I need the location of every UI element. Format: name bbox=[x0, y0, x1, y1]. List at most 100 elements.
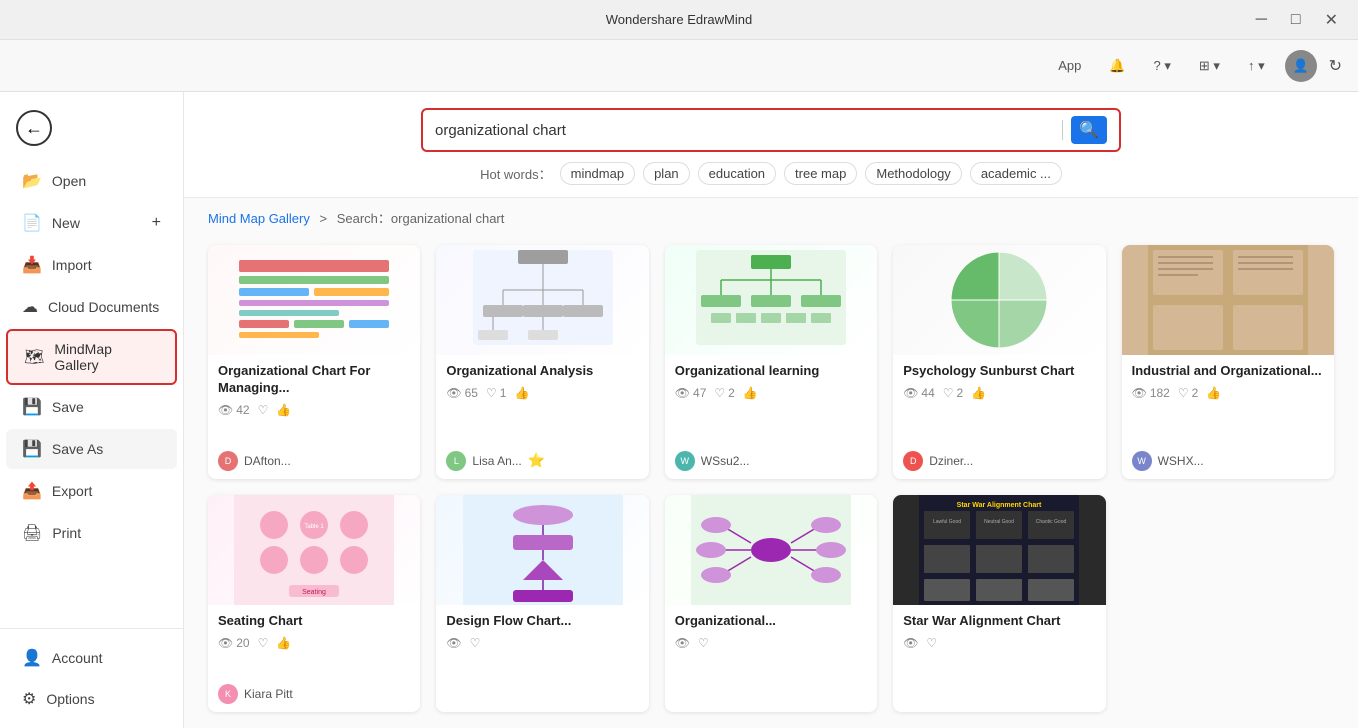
card-author-1: D DAfton... bbox=[218, 451, 410, 471]
card-author-4: D Dziner... bbox=[903, 451, 1095, 471]
card-body-6: Seating Chart 👁 20 ♡ 👍 K Kiara Pitt bbox=[208, 605, 420, 712]
likes-6: ♡ bbox=[258, 636, 269, 650]
gallery-card-org2[interactable]: Organizational... 👁 ♡ bbox=[665, 495, 877, 712]
export-icon: 📤 bbox=[22, 481, 42, 501]
svg-text:Chaotic Good: Chaotic Good bbox=[1036, 519, 1067, 525]
app-button[interactable]: App bbox=[1050, 54, 1089, 77]
views-3: 👁 47 bbox=[675, 386, 707, 400]
gallery-card-psych-sunburst[interactable]: Psychology Psychology Sunburst Chart 👁 4… bbox=[893, 245, 1105, 479]
gallery-card-org-learning[interactable]: Organizational learning 👁 47 ♡ 2 👍 W WSs… bbox=[665, 245, 877, 479]
sidebar-item-import[interactable]: 📥 Import bbox=[6, 245, 177, 285]
search-section: 🔍 Hot words： mindmap plan education tree… bbox=[184, 92, 1358, 198]
card-stats-4: 👁 44 ♡ 2 👍 bbox=[903, 386, 1095, 400]
shares-4: 👍 bbox=[971, 386, 986, 400]
card-thumbnail-2 bbox=[436, 245, 648, 355]
card-stats-7: 👁 ♡ bbox=[446, 636, 638, 650]
sidebar-item-cloud[interactable]: ☁ Cloud Documents bbox=[6, 287, 177, 327]
svg-text:Star War Alignment Chart: Star War Alignment Chart bbox=[957, 502, 1042, 509]
search-icon: 🔍 bbox=[1079, 120, 1099, 140]
sidebar-item-options[interactable]: ⚙ Options bbox=[6, 679, 177, 719]
hot-tag-academic[interactable]: academic ... bbox=[970, 162, 1062, 185]
hot-tag-education[interactable]: education bbox=[698, 162, 776, 185]
sidebar: ← 📂 Open 📄 New + 📥 Import ☁ Cloud Docume… bbox=[0, 92, 184, 728]
grid-button[interactable]: ⊞ ▾ bbox=[1191, 54, 1228, 78]
breadcrumb-gallery-link[interactable]: Mind Map Gallery bbox=[208, 211, 310, 226]
likes-4: ♡ 2 bbox=[943, 386, 963, 400]
sidebar-item-account[interactable]: 👤 Account bbox=[6, 638, 177, 678]
card-author-2: L Lisa An... ⭐ bbox=[446, 451, 638, 471]
notification-button[interactable]: 🔔 bbox=[1101, 54, 1133, 78]
card-body-7: Design Flow Chart... 👁 ♡ bbox=[436, 605, 648, 712]
top-toolbar: App 🔔 ? ▾ ⊞ ▾ ↑ ▾ 👤 ↻ bbox=[0, 40, 1358, 92]
views-5: 👁 182 bbox=[1132, 386, 1170, 400]
shares-2: 👍 bbox=[514, 386, 529, 400]
help-button[interactable]: ? ▾ bbox=[1146, 54, 1179, 78]
open-icon: 📂 bbox=[22, 171, 42, 191]
sidebar-item-export[interactable]: 📤 Export bbox=[6, 471, 177, 511]
card-body-1: Organizational Chart For Managing... 👁 4… bbox=[208, 355, 420, 479]
sidebar-label-save: Save bbox=[52, 399, 84, 415]
card-body-3: Organizational learning 👁 47 ♡ 2 👍 W WSs… bbox=[665, 355, 877, 479]
gallery-card-industrial-org[interactable]: Industrial and Organizational... 👁 182 ♡… bbox=[1122, 245, 1334, 479]
gallery-card-star-wars[interactable]: Star War Alignment Chart Lawful Good bbox=[893, 495, 1105, 712]
gallery-icon: 🗺 bbox=[24, 347, 44, 367]
hot-tag-plan[interactable]: plan bbox=[643, 162, 690, 185]
gallery-card-design-flow[interactable]: Design Flow Chart... 👁 ♡ bbox=[436, 495, 648, 712]
refresh-icon[interactable]: ↻ bbox=[1329, 56, 1342, 76]
sidebar-label-open: Open bbox=[52, 173, 86, 189]
sidebar-item-open[interactable]: 📂 Open bbox=[6, 161, 177, 201]
card-body-9: Star War Alignment Chart 👁 ♡ bbox=[893, 605, 1105, 712]
likes-1: ♡ bbox=[258, 403, 269, 417]
sidebar-item-new[interactable]: 📄 New + bbox=[6, 203, 177, 243]
likes-7: ♡ bbox=[470, 636, 481, 650]
card-body-4: Psychology Sunburst Chart 👁 44 ♡ 2 👍 D D… bbox=[893, 355, 1105, 479]
card-title-5: Industrial and Organizational... bbox=[1132, 363, 1324, 380]
card-thumbnail-7 bbox=[436, 495, 648, 605]
gallery-card-org-chart-managing[interactable]: Organizational Chart For Managing... 👁 4… bbox=[208, 245, 420, 479]
card-body-8: Organizational... 👁 ♡ bbox=[665, 605, 877, 712]
minimize-button[interactable]: ─ bbox=[1248, 7, 1275, 33]
shares-6: 👍 bbox=[276, 636, 291, 650]
gallery-card-seating[interactable]: Table 1 Seating Seating Chart 👁 20 ♡ 👍 K bbox=[208, 495, 420, 712]
search-button[interactable]: 🔍 bbox=[1071, 116, 1107, 144]
views-9: 👁 bbox=[903, 636, 918, 650]
sidebar-item-save-as[interactable]: 💾 Save As bbox=[6, 429, 177, 469]
hot-label: Hot words： bbox=[480, 164, 552, 183]
share-button[interactable]: ↑ ▾ bbox=[1240, 54, 1273, 78]
sidebar-label-new: New bbox=[52, 215, 80, 231]
card-thumbnail-6: Table 1 Seating bbox=[208, 495, 420, 605]
options-icon: ⚙ bbox=[22, 689, 36, 709]
card-author-6: K Kiara Pitt bbox=[218, 684, 410, 704]
shares-3: 👍 bbox=[743, 386, 758, 400]
back-circle-icon: ← bbox=[16, 110, 52, 146]
hot-tag-mindmap[interactable]: mindmap bbox=[560, 162, 635, 185]
author-avatar-1: D bbox=[218, 451, 238, 471]
sidebar-label-save-as: Save As bbox=[52, 441, 103, 457]
shares-1: 👍 bbox=[276, 403, 291, 417]
hot-tag-methodology[interactable]: Methodology bbox=[865, 162, 961, 185]
sidebar-item-save[interactable]: 💾 Save bbox=[6, 387, 177, 427]
views-2: 👁 65 bbox=[446, 386, 478, 400]
maximize-button[interactable]: □ bbox=[1283, 7, 1309, 33]
import-icon: 📥 bbox=[22, 255, 42, 275]
sidebar-label-export: Export bbox=[52, 483, 92, 499]
avatar[interactable]: 👤 bbox=[1285, 50, 1317, 82]
sidebar-bottom: 👤 Account ⚙ Options bbox=[0, 628, 183, 720]
card-thumbnail-4: Psychology bbox=[893, 245, 1105, 355]
search-input[interactable] bbox=[435, 122, 1054, 139]
close-button[interactable]: ✕ bbox=[1317, 6, 1346, 34]
sidebar-item-print[interactable]: 🖨 Print bbox=[6, 513, 177, 553]
card-thumbnail-1 bbox=[208, 245, 420, 355]
plus-icon: + bbox=[152, 214, 161, 232]
content-area: 🔍 Hot words： mindmap plan education tree… bbox=[184, 92, 1358, 728]
card-stats-9: 👁 ♡ bbox=[903, 636, 1095, 650]
author-avatar-3: W bbox=[675, 451, 695, 471]
hot-tag-treemap[interactable]: tree map bbox=[784, 162, 857, 185]
gallery-card-org-analysis[interactable]: Organizational Analysis 👁 65 ♡ 1 👍 L Lis… bbox=[436, 245, 648, 479]
card-stats-6: 👁 20 ♡ 👍 bbox=[218, 636, 410, 650]
author-avatar-2: L bbox=[446, 451, 466, 471]
back-button[interactable]: ← bbox=[0, 100, 183, 156]
gallery-grid: Organizational Chart For Managing... 👁 4… bbox=[184, 237, 1358, 728]
sidebar-item-mindmap-gallery[interactable]: 🗺 MindMap Gallery bbox=[6, 329, 177, 385]
card-stats-5: 👁 182 ♡ 2 👍 bbox=[1132, 386, 1324, 400]
